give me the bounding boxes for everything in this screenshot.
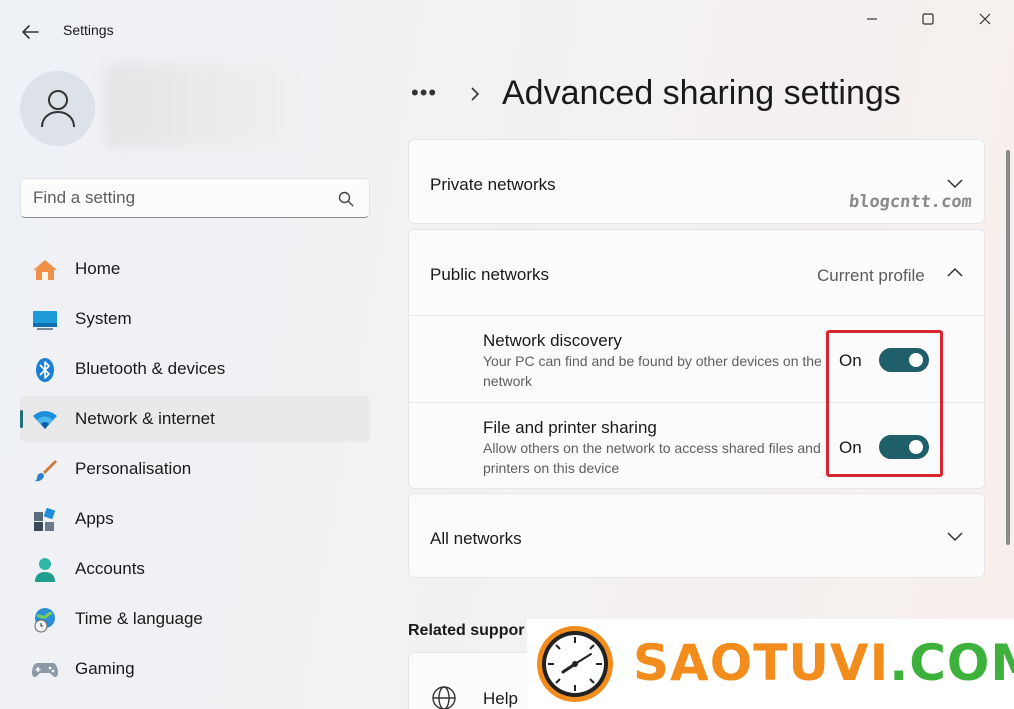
chevron-right-icon <box>471 87 480 101</box>
home-icon <box>32 257 58 283</box>
close-button[interactable] <box>965 6 1005 32</box>
saotuvi-logo-watermark: SAOTUVI.COM <box>527 619 1014 709</box>
breadcrumb-more-button[interactable]: ••• <box>411 80 437 106</box>
private-networks-label: Private networks <box>430 175 556 194</box>
brush-icon <box>32 457 58 483</box>
search-input[interactable] <box>33 187 333 209</box>
search-box[interactable] <box>20 178 370 218</box>
avatar[interactable] <box>20 71 95 146</box>
sidebar-item-label: System <box>75 309 132 328</box>
sidebar-item-label: Gaming <box>75 659 135 678</box>
sidebar-item-bluetooth[interactable]: Bluetooth & devices <box>20 346 370 392</box>
sidebar-item-label: Apps <box>75 509 114 528</box>
sidebar-item-network[interactable]: Network & internet <box>20 396 370 442</box>
sidebar-item-label: Home <box>75 259 121 278</box>
bluetooth-icon <box>32 357 58 383</box>
gamepad-icon <box>32 657 58 683</box>
logo-main-text: SAOTUVI <box>633 634 890 692</box>
help-label: Help <box>483 689 518 708</box>
sidebar-item-time-language[interactable]: Time & language <box>20 596 370 642</box>
highlight-annotation-box <box>826 330 943 477</box>
system-icon <box>32 307 58 333</box>
sidebar-item-home[interactable]: Home <box>20 246 370 292</box>
sidebar-item-label: Network & internet <box>75 409 215 428</box>
chevron-down-icon[interactable] <box>946 177 964 189</box>
divider <box>409 315 984 316</box>
scrollbar[interactable] <box>1006 150 1010 545</box>
logo-suffix-text: .COM <box>889 634 1014 692</box>
network-discovery-title: Network discovery <box>483 331 622 350</box>
current-profile-badge: Current profile <box>817 266 925 285</box>
sidebar-item-label: Accounts <box>75 559 145 578</box>
app-title: Settings <box>63 22 114 38</box>
back-arrow-icon <box>22 25 39 39</box>
network-discovery-description: Your PC can find and be found by other d… <box>483 353 822 389</box>
sidebar-item-apps[interactable]: Apps <box>20 496 370 542</box>
accounts-icon <box>32 557 58 583</box>
wifi-icon <box>32 407 58 433</box>
minimize-button[interactable] <box>852 6 892 32</box>
page-title: Advanced sharing settings <box>502 74 901 112</box>
chevron-down-icon[interactable] <box>946 530 964 542</box>
back-button[interactable] <box>16 18 44 46</box>
close-icon <box>979 13 991 25</box>
maximize-icon <box>922 13 934 25</box>
user-name-blurred <box>106 64 290 148</box>
sidebar-item-label: Personalisation <box>75 459 192 478</box>
globe-clock-icon <box>32 607 58 633</box>
file-printer-sharing-description: Allow others on the network to access sh… <box>483 440 821 476</box>
saotuvi-logo-text: SAOTUVI.COM <box>633 633 1014 693</box>
minimize-icon <box>867 18 877 20</box>
all-networks-card[interactable]: All networks <box>408 493 985 578</box>
file-printer-sharing-title: File and printer sharing <box>483 418 657 437</box>
globe-icon <box>432 686 456 709</box>
title-bar: Settings <box>0 0 1014 62</box>
maximize-button[interactable] <box>908 6 948 32</box>
sidebar-item-label: Bluetooth & devices <box>75 359 226 378</box>
sidebar-nav: Home System Bluetooth & devices Network … <box>20 246 370 696</box>
sidebar-item-system[interactable]: System <box>20 296 370 342</box>
public-networks-label: Public networks <box>430 265 550 284</box>
search-icon[interactable] <box>337 190 355 208</box>
clock-icon <box>537 626 613 702</box>
sidebar-item-gaming[interactable]: Gaming <box>20 646 370 692</box>
sidebar-item-label: Time & language <box>75 609 203 628</box>
sidebar-item-personalisation[interactable]: Personalisation <box>20 446 370 492</box>
related-support-heading: Related suppor <box>408 622 525 639</box>
chevron-up-icon[interactable] <box>946 266 964 278</box>
sidebar-item-accounts[interactable]: Accounts <box>20 546 370 592</box>
blog-watermark: blogcntt.com <box>847 192 973 212</box>
apps-icon <box>32 507 58 533</box>
all-networks-label: All networks <box>430 529 522 548</box>
user-icon <box>40 89 75 127</box>
